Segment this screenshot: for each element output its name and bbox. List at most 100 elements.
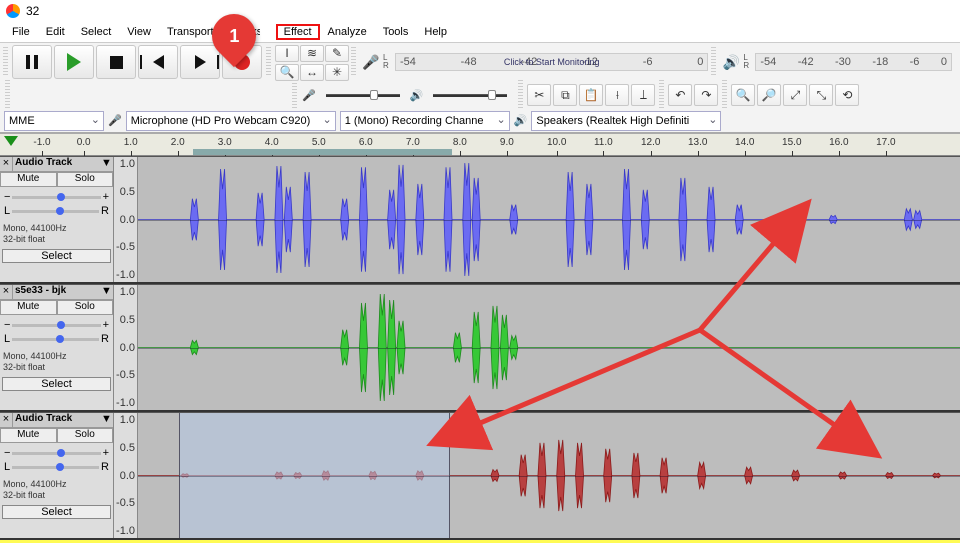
track-name[interactable]: Audio Track bbox=[13, 413, 100, 427]
track-select-button[interactable]: Select bbox=[2, 249, 111, 263]
menu-help[interactable]: Help bbox=[416, 24, 455, 40]
gain-slider[interactable] bbox=[12, 196, 100, 199]
redo-button[interactable]: ↷ bbox=[694, 84, 718, 106]
cut-button[interactable]: ✂ bbox=[527, 84, 551, 106]
gain-slider[interactable] bbox=[12, 324, 100, 327]
track-control-panel: × s5e33 - bjk ▼ Mute Solo − + L R Mono, … bbox=[0, 285, 114, 410]
ruler-tick: 0.0 bbox=[77, 137, 91, 148]
track-menu-button[interactable]: ▼ bbox=[100, 157, 113, 171]
mic-icon: 🎤 bbox=[359, 52, 383, 72]
menu-analyze[interactable]: Analyze bbox=[320, 24, 375, 40]
meter-hint[interactable]: Click to Start Monitoring bbox=[504, 57, 600, 67]
mute-button[interactable]: Mute bbox=[0, 428, 57, 443]
solo-button[interactable]: Solo bbox=[57, 428, 114, 443]
speaker-icon: 🔊 bbox=[408, 89, 426, 102]
fit-selection-button[interactable]: ⤢ bbox=[783, 84, 807, 106]
menu-view[interactable]: View bbox=[119, 24, 159, 40]
pan-slider[interactable] bbox=[12, 466, 99, 469]
skip-end-button[interactable] bbox=[180, 45, 220, 79]
menu-tools[interactable]: Tools bbox=[375, 24, 417, 40]
zoom-out-button[interactable]: 🔎 bbox=[757, 84, 781, 106]
track-format-label: Mono, 44100Hz32-bit float bbox=[0, 477, 113, 503]
play-button[interactable] bbox=[54, 45, 94, 79]
menu-edit[interactable]: Edit bbox=[38, 24, 73, 40]
meter-ticks: -54-42 -30-18 -60 bbox=[756, 54, 951, 70]
gain-minus-label: − bbox=[4, 191, 10, 203]
recording-meter[interactable]: -54-48-42 Click to Start Monitoring -12-… bbox=[395, 53, 708, 71]
trim-button[interactable]: ⟊ bbox=[605, 84, 629, 106]
draw-tool[interactable]: ✎ bbox=[325, 45, 349, 62]
timeshift-tool[interactable]: ↔ bbox=[300, 64, 324, 81]
solo-button[interactable]: Solo bbox=[57, 300, 114, 315]
silence-button[interactable]: ⟘ bbox=[631, 84, 655, 106]
toolbar-grip[interactable] bbox=[292, 80, 297, 110]
toolbar-grip[interactable] bbox=[711, 47, 716, 77]
multi-tool[interactable]: ✳ bbox=[325, 64, 349, 81]
playhead-icon[interactable] bbox=[4, 136, 18, 146]
timeline-ruler[interactable]: -1.00.01.02.03.04.05.06.07.08.09.010.011… bbox=[0, 134, 960, 156]
toolbar-grip[interactable] bbox=[518, 80, 523, 110]
fit-project-button[interactable]: ⤡ bbox=[809, 84, 833, 106]
meter-lr-label: LR bbox=[383, 54, 395, 70]
pan-slider[interactable] bbox=[12, 210, 99, 213]
gain-slider[interactable] bbox=[12, 452, 100, 455]
track: × Audio Track ▼ Mute Solo − + L R Mono, … bbox=[0, 156, 960, 284]
waveform-area[interactable]: 1.00.50.0-0.5-1.0 bbox=[114, 413, 960, 538]
loop-region[interactable] bbox=[193, 149, 452, 155]
selection-tool[interactable]: I bbox=[275, 45, 299, 62]
recording-device-combo[interactable]: Microphone (HD Pro Webcam C920) bbox=[126, 111, 336, 131]
copy-button[interactable]: ⧉ bbox=[553, 84, 577, 106]
pause-button[interactable] bbox=[12, 45, 52, 79]
waveform-area[interactable]: 1.00.50.0-0.5-1.0 bbox=[114, 285, 960, 410]
track-name[interactable]: s5e33 - bjk bbox=[13, 285, 100, 299]
toolbar-grip[interactable] bbox=[3, 47, 8, 77]
track-close-button[interactable]: × bbox=[0, 157, 13, 171]
recording-channels-combo[interactable]: 1 (Mono) Recording Channe bbox=[340, 111, 510, 131]
envelope-tool[interactable]: ≋ bbox=[300, 45, 324, 62]
track-close-button[interactable]: × bbox=[0, 413, 13, 427]
ruler-tick: 15.0 bbox=[782, 137, 801, 148]
mute-button[interactable]: Mute bbox=[0, 300, 57, 315]
recording-volume-slider[interactable] bbox=[318, 90, 408, 100]
toolbar-grip[interactable] bbox=[5, 80, 10, 110]
track-select-button[interactable]: Select bbox=[2, 377, 111, 391]
track-menu-button[interactable]: ▼ bbox=[100, 413, 113, 427]
menu-select[interactable]: Select bbox=[73, 24, 120, 40]
paste-button[interactable]: 📋 bbox=[579, 84, 603, 106]
ruler-tick: 14.0 bbox=[735, 137, 754, 148]
track-menu-button[interactable]: ▼ bbox=[100, 285, 113, 299]
playback-volume-slider[interactable] bbox=[425, 90, 515, 100]
track-control-panel: × Audio Track ▼ Mute Solo − + L R Mono, … bbox=[0, 157, 114, 282]
menu-file[interactable]: File bbox=[4, 24, 38, 40]
gain-minus-label: − bbox=[4, 319, 10, 331]
playback-meter[interactable]: -54-42 -30-18 -60 bbox=[755, 53, 952, 71]
toolbar-grip[interactable] bbox=[722, 80, 727, 110]
track-select-button[interactable]: Select bbox=[2, 505, 111, 519]
toolbar-grip[interactable] bbox=[266, 47, 271, 77]
ruler-tick: 9.0 bbox=[500, 137, 514, 148]
mute-button[interactable]: Mute bbox=[0, 172, 57, 187]
playback-device-combo[interactable]: Speakers (Realtek High Definiti bbox=[531, 111, 721, 131]
title-bar: 32 bbox=[0, 0, 960, 22]
track-close-button[interactable]: × bbox=[0, 285, 13, 299]
audio-host-combo[interactable]: MME bbox=[4, 111, 104, 131]
zoom-toggle-button[interactable]: ⟲ bbox=[835, 84, 859, 106]
mic-icon: 🎤 bbox=[300, 89, 318, 102]
zoom-in-button[interactable]: 🔍 bbox=[731, 84, 755, 106]
track-format-label: Mono, 44100Hz32-bit float bbox=[0, 349, 113, 375]
ruler-tick: 17.0 bbox=[876, 137, 895, 148]
undo-button[interactable]: ↶ bbox=[668, 84, 692, 106]
waveform-area[interactable]: 1.00.50.0-0.5-1.0 bbox=[114, 157, 960, 282]
track-name[interactable]: Audio Track bbox=[13, 157, 100, 171]
pan-left-label: L bbox=[4, 205, 10, 217]
stop-button[interactable] bbox=[96, 45, 136, 79]
meter-lr-label: LR bbox=[743, 54, 755, 70]
ruler-tick: 7.0 bbox=[406, 137, 420, 148]
toolbar-grip[interactable] bbox=[659, 80, 664, 110]
zoom-tool[interactable]: 🔍 bbox=[275, 64, 299, 81]
solo-button[interactable]: Solo bbox=[57, 172, 114, 187]
pan-slider[interactable] bbox=[12, 338, 99, 341]
toolbar-grip[interactable] bbox=[351, 47, 356, 77]
skip-start-button[interactable] bbox=[138, 45, 178, 79]
menu-effect[interactable]: Effect bbox=[276, 24, 320, 40]
